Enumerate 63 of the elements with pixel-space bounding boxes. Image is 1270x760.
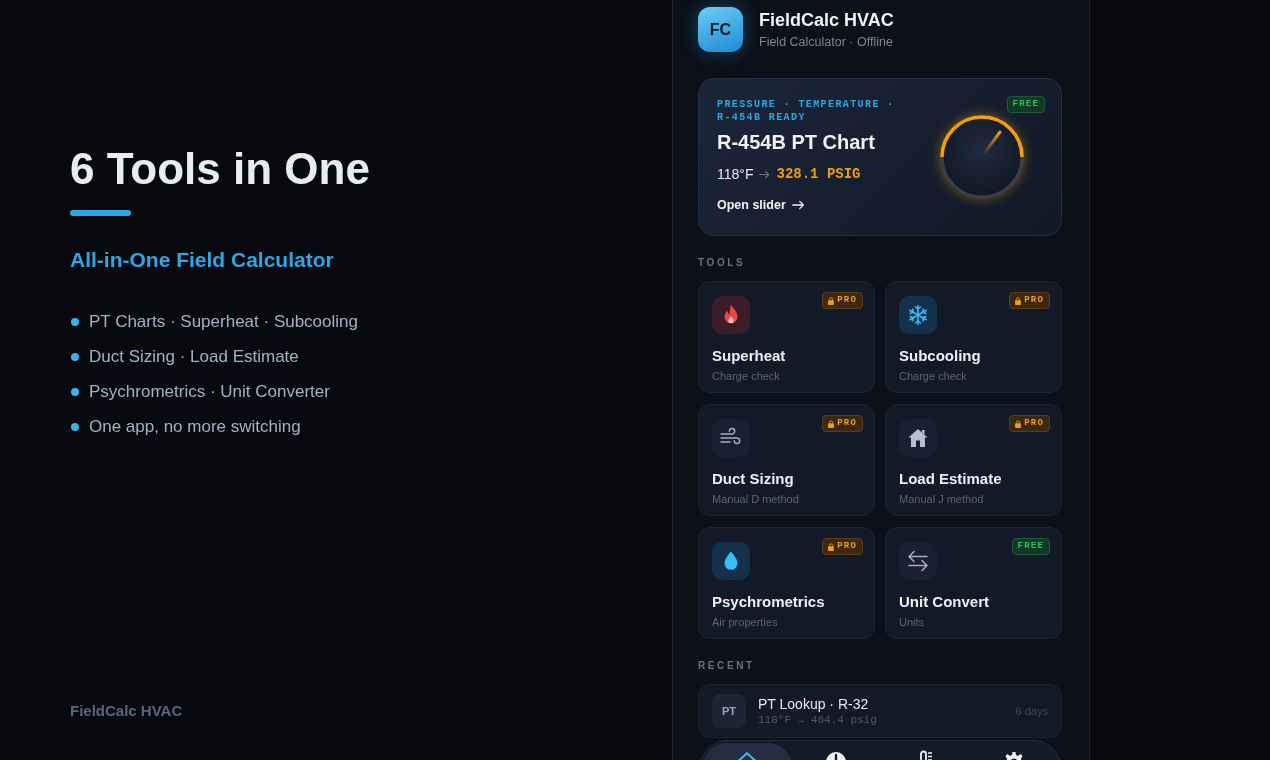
temperature-reading: 118°F — [717, 164, 754, 184]
headline: 6 Tools in One — [70, 143, 370, 195]
bullet-icon — [71, 352, 79, 361]
tool-card[interactable]: Superheat Charge check PRO — [698, 281, 875, 393]
subheading: All-in-One Field Calculator — [70, 248, 334, 272]
feature-text: Psychrometrics · Unit Converter — [89, 380, 330, 403]
feature-text: PT Charts · Superheat · Subcooling — [89, 310, 358, 333]
bullet-icon — [71, 317, 79, 326]
initials-tile: PT — [712, 694, 746, 728]
recent-title: PT Lookup · R-32 — [758, 695, 869, 713]
tier-label: PRO — [837, 418, 857, 429]
tier-label: PRO — [837, 541, 857, 552]
tool-card[interactable]: Subcooling Charge check PRO — [885, 281, 1062, 393]
feature-text: One app, no more switching — [89, 415, 301, 438]
swap-arrows-icon — [899, 542, 937, 580]
tool-title: Subcooling — [899, 346, 981, 366]
tool-subtitle: Manual J method — [899, 492, 984, 506]
tool-title: Psychrometrics — [712, 592, 825, 612]
card-title: R-454B PT Chart — [717, 130, 875, 155]
arrow-icon — [759, 169, 771, 179]
tool-subtitle: Manual D method — [712, 492, 799, 506]
lock-icon — [1015, 296, 1022, 305]
bullet-icon — [71, 387, 79, 396]
tier-label: PRO — [1024, 295, 1044, 306]
app-title: FieldCalc HVAC — [759, 8, 894, 31]
recent-detail: 118°F → 464.4 psig — [758, 713, 877, 727]
tool-title: Load Estimate — [899, 469, 1002, 489]
section-label: TOOLS — [698, 257, 746, 269]
lock-icon — [828, 296, 835, 305]
tool-subtitle: Charge check — [712, 369, 780, 383]
tool-subtitle: Units — [899, 615, 925, 629]
accent-bar — [70, 210, 131, 216]
open-slider-link[interactable]: Open slider — [717, 196, 805, 214]
app-status: Field Calculator · Offline — [759, 33, 893, 51]
house-icon — [899, 419, 937, 457]
bullet-icon — [71, 422, 79, 431]
lock-icon — [1015, 419, 1022, 428]
droplet-icon — [712, 542, 750, 580]
tool-subtitle: Air properties — [712, 615, 778, 629]
free-badge: FREE — [1011, 538, 1050, 555]
free-badge: FREE — [1006, 96, 1045, 113]
tool-title: Superheat — [712, 346, 786, 366]
tool-title: Unit Convert — [899, 592, 989, 612]
lock-icon — [828, 419, 835, 428]
pressure-reading: 328.1 PSIG — [776, 164, 861, 184]
app-logo: FC — [698, 7, 743, 52]
tool-title: Duct Sizing — [712, 469, 794, 489]
wind-icon — [712, 419, 750, 457]
tool-card[interactable]: Unit Convert Units FREE — [885, 527, 1062, 639]
section-label: RECENT — [698, 660, 755, 672]
tool-card[interactable]: Load Estimate Manual J method PRO — [885, 404, 1062, 516]
tier-label: PRO — [1024, 418, 1044, 429]
brand-name: FieldCalc HVAC — [70, 702, 183, 720]
tier-label: PRO — [837, 295, 857, 306]
lock-icon — [828, 542, 835, 551]
flame-icon — [712, 296, 750, 334]
eyebrow-text: PRESSURE · TEMPERATURE · R-454B READY — [717, 98, 896, 124]
feature-text: Duct Sizing · Load Estimate — [89, 345, 299, 368]
tool-subtitle: Charge check — [899, 369, 967, 383]
snowflake-icon — [899, 296, 937, 334]
arrow-icon — [791, 200, 805, 210]
tool-card[interactable]: Psychrometrics Air properties PRO — [698, 527, 875, 639]
tool-card[interactable]: Duct Sizing Manual D method PRO — [698, 404, 875, 516]
